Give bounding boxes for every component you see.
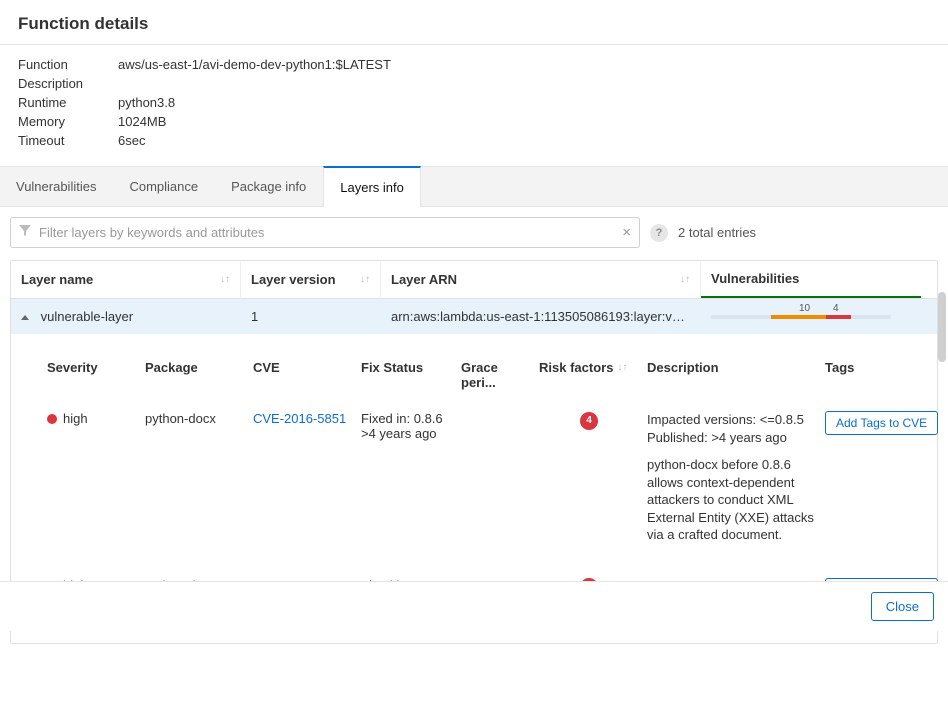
filter-input[interactable]: [37, 224, 622, 241]
description-cell: Impacted versions: <=0.8.5 Published: >4…: [647, 411, 817, 544]
fcol-risk[interactable]: Risk factors ↓↑: [539, 360, 639, 375]
fcol-cve[interactable]: CVE: [253, 360, 353, 375]
col-layer-arn[interactable]: Layer ARN ↓↑: [381, 262, 701, 297]
sort-icon: ↓↑: [360, 276, 370, 283]
layer-row[interactable]: vulnerable-layer 1 arn:aws:lambda:us-eas…: [11, 299, 937, 334]
help-icon[interactable]: ?: [650, 224, 668, 242]
layers-table-header: Layer name ↓↑ Layer version ↓↑ Layer ARN…: [11, 261, 937, 299]
finding-row: high python-docx CVE-2016-5851 Fixed in:…: [41, 399, 929, 566]
col-vulnerabilities[interactable]: Vulnerabilities: [701, 261, 921, 298]
fcol-grace[interactable]: Grace peri...: [461, 360, 531, 390]
findings-header: Severity Package CVE Fix Status Grace pe…: [41, 352, 929, 399]
add-tags-button[interactable]: Add Tags to CVE: [825, 411, 938, 435]
page-title: Function details: [18, 14, 930, 34]
meta-value-function: aws/us-east-1/avi-demo-dev-python1:$LATE…: [118, 57, 391, 72]
collapse-icon[interactable]: [21, 315, 29, 320]
vuln-count-red: 4: [833, 303, 839, 314]
tabs: Vulnerabilities Compliance Package info …: [0, 166, 948, 207]
total-entries: 2 total entries: [678, 225, 756, 240]
clear-icon[interactable]: ×: [622, 225, 631, 240]
page-header: Function details: [0, 0, 948, 45]
sort-icon: ↓↑: [617, 362, 627, 373]
tab-layers-info[interactable]: Layers info: [323, 166, 421, 207]
fcol-severity[interactable]: Severity: [47, 360, 137, 375]
fix-cell: Fixed in: 0.8.6 >4 years ago: [361, 411, 453, 441]
meta-label-description: Description: [18, 76, 118, 91]
cve-link[interactable]: CVE-2016-5851: [253, 411, 353, 426]
tab-package-info[interactable]: Package info: [215, 167, 323, 206]
fcol-tags[interactable]: Tags: [825, 360, 948, 375]
tags-cell: Add Tags to CVE: [825, 411, 948, 435]
filter-icon: [19, 225, 31, 240]
layer-version: 1: [241, 299, 381, 334]
col-layer-name[interactable]: Layer name ↓↑: [11, 262, 241, 297]
scrollbar-thumb[interactable]: [938, 292, 946, 362]
meta-label-function: Function: [18, 57, 118, 72]
filter-input-wrap[interactable]: ×: [10, 217, 640, 248]
package-cell: python-docx: [145, 411, 245, 426]
layer-name: vulnerable-layer: [41, 309, 134, 324]
metadata-block: Function aws/us-east-1/avi-demo-dev-pyth…: [0, 45, 948, 166]
risk-badge[interactable]: 4: [580, 412, 598, 430]
col-layer-version[interactable]: Layer version ↓↑: [241, 262, 381, 297]
vulnerability-bar: 10 4: [711, 310, 911, 324]
risk-cell: 4: [539, 411, 639, 430]
close-button[interactable]: Close: [871, 592, 934, 621]
tab-compliance[interactable]: Compliance: [113, 167, 215, 206]
fcol-fix[interactable]: Fix Status: [361, 360, 453, 375]
fcol-package[interactable]: Package: [145, 360, 245, 375]
meta-label-timeout: Timeout: [18, 133, 118, 148]
layer-arn: arn:aws:lambda:us-east-1:113505086193:la…: [391, 309, 691, 324]
tab-vulnerabilities[interactable]: Vulnerabilities: [0, 167, 113, 206]
sort-icon: ↓↑: [680, 276, 690, 283]
vuln-count-orange: 10: [799, 303, 810, 314]
meta-value-runtime: python3.8: [118, 95, 175, 110]
meta-label-memory: Memory: [18, 114, 118, 129]
severity-cell: high: [47, 411, 137, 426]
meta-label-runtime: Runtime: [18, 95, 118, 110]
meta-value-memory: 1024MB: [118, 114, 166, 129]
footer: Close: [0, 581, 948, 631]
fcol-description[interactable]: Description: [647, 360, 817, 375]
meta-value-timeout: 6sec: [118, 133, 145, 148]
sort-icon: ↓↑: [220, 276, 230, 283]
severity-high-icon: [47, 414, 57, 424]
